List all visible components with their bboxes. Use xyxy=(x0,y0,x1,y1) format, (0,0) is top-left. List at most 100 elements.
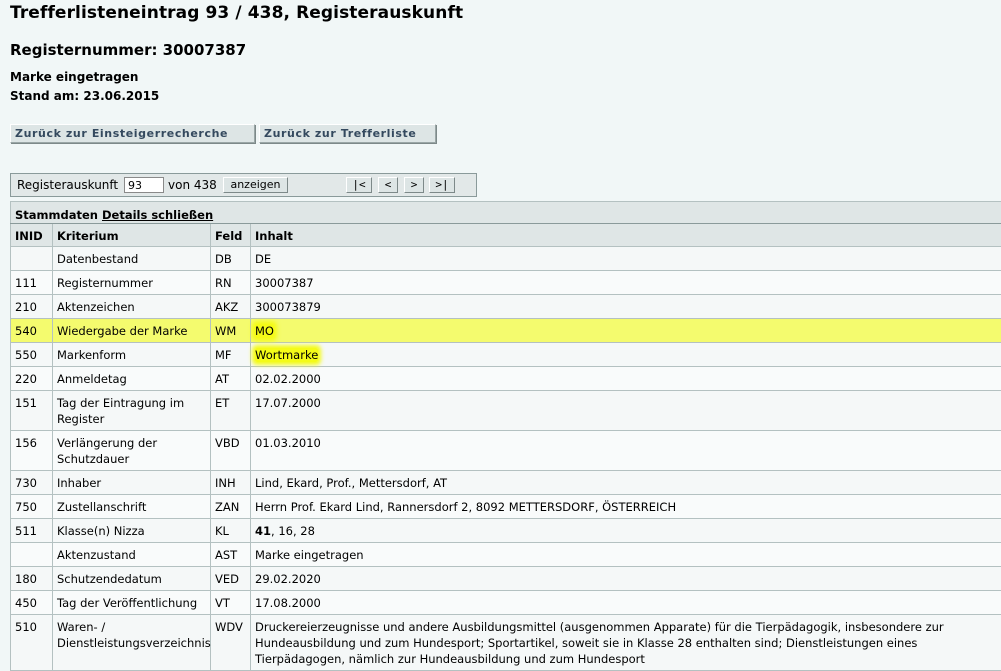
inhalt-cell: 17.08.2000 xyxy=(251,591,1001,615)
inhalt-cell: 02.02.2000 xyxy=(251,367,1001,391)
inhalt-cell: Druckereierzeugnisse und andere Ausbildu… xyxy=(251,615,1001,671)
table-row: 511 Klasse(n) Nizza KL 41, 16, 28 xyxy=(11,519,1001,543)
kriterium-cell: Anmeldetag xyxy=(53,367,211,391)
table-row: Aktenzustand AST Marke eingetragen xyxy=(11,543,1001,567)
inhalt-cell: MO xyxy=(251,319,1001,343)
kriterium-cell: Tag der Eintragung im Register xyxy=(53,391,211,431)
column-header-kriterium: Kriterium xyxy=(53,224,211,247)
table-row: 730 Inhaber INH Lind, Ekard, Prof., Mett… xyxy=(11,471,1001,495)
inid-cell: 151 xyxy=(11,391,53,431)
kriterium-cell: Zustellanschrift xyxy=(53,495,211,519)
inid-cell: 730 xyxy=(11,471,53,495)
last-record-button[interactable]: >| xyxy=(429,177,455,193)
inhalt-cell: Wortmarke xyxy=(251,343,1001,367)
pager-label: Registerauskunft xyxy=(17,178,118,192)
stammdaten-table: Stammdaten Details schließen INID Kriter… xyxy=(10,201,1001,671)
inid-cell: 111 xyxy=(11,271,53,295)
registernummer-heading: Registernummer: 30007387 xyxy=(10,41,246,59)
kriterium-cell: Tag der Veröffentlichung xyxy=(53,591,211,615)
inid-cell: 220 xyxy=(11,367,53,391)
feld-cell: AST xyxy=(211,543,251,567)
inhalt-cell: 300073879 xyxy=(251,295,1001,319)
show-button[interactable]: anzeigen xyxy=(223,177,288,193)
inid-cell: 156 xyxy=(11,431,53,471)
first-record-button[interactable]: |< xyxy=(346,177,372,193)
inhalt-cell: DE xyxy=(251,247,1001,271)
feld-cell: ZAN xyxy=(211,495,251,519)
section-header: Stammdaten Details schließen xyxy=(11,202,1001,224)
column-header-inhalt: Inhalt xyxy=(251,224,1001,247)
kriterium-cell: Aktenzeichen xyxy=(53,295,211,319)
table-row: 750 Zustellanschrift ZAN Herrn Prof. Eka… xyxy=(11,495,1001,519)
table-row: 510 Waren- / Dienstleistungsverzeichnis … xyxy=(11,615,1001,671)
feld-cell: MF xyxy=(211,343,251,367)
kriterium-cell: Aktenzustand xyxy=(53,543,211,567)
inid-cell: 511 xyxy=(11,519,53,543)
inid-cell: 750 xyxy=(11,495,53,519)
section-title: Stammdaten xyxy=(15,208,98,222)
inid-cell xyxy=(11,247,53,271)
table-row-highlighted: 540 Wiedergabe der Marke WM MO xyxy=(11,319,1001,343)
feld-cell: VBD xyxy=(211,431,251,471)
column-header-feld: Feld xyxy=(211,224,251,247)
previous-record-button[interactable]: < xyxy=(378,177,398,193)
status-text: Marke eingetragen xyxy=(10,70,138,84)
kriterium-cell: Schutzendedatum xyxy=(53,567,211,591)
feld-cell: WDV xyxy=(211,615,251,671)
highlighted-value: Wortmarke xyxy=(255,348,318,362)
table-row: 111 Registernummer RN 30007387 xyxy=(11,271,1001,295)
inid-cell: 180 xyxy=(11,567,53,591)
record-number-input[interactable] xyxy=(124,177,164,193)
table-row: 151 Tag der Eintragung im Register ET 17… xyxy=(11,391,1001,431)
kriterium-cell: Markenform xyxy=(53,343,211,367)
back-to-search-button[interactable]: Zurück zur Einsteigerrecherche xyxy=(10,124,255,143)
inid-cell xyxy=(11,543,53,567)
table-row: 220 Anmeldetag AT 02.02.2000 xyxy=(11,367,1001,391)
inhalt-cell: Lind, Ekard, Prof., Mettersdorf, AT xyxy=(251,471,1001,495)
table-row: Datenbestand DB DE xyxy=(11,247,1001,271)
inhalt-cell: 30007387 xyxy=(251,271,1001,295)
column-header-row: INID Kriterium Feld Inhalt xyxy=(11,224,1001,247)
inhalt-cell: 29.02.2020 xyxy=(251,567,1001,591)
feld-cell: RN xyxy=(211,271,251,295)
table-row: 550 Markenform MF Wortmarke xyxy=(11,343,1001,367)
other-classes: , 16, 28 xyxy=(271,524,315,538)
column-header-inid: INID xyxy=(11,224,53,247)
highlighted-value: MO xyxy=(255,324,274,338)
feld-cell: DB xyxy=(211,247,251,271)
kriterium-cell: Verlängerung der Schutzdauer xyxy=(53,431,211,471)
pager-total: von 438 xyxy=(168,178,217,192)
feld-cell: AKZ xyxy=(211,295,251,319)
kriterium-cell: Wiedergabe der Marke xyxy=(53,319,211,343)
inid-cell: 540 xyxy=(11,319,53,343)
inhalt-cell: Herrn Prof. Ekard Lind, Rannersdorf 2, 8… xyxy=(251,495,1001,519)
inid-cell: 510 xyxy=(11,615,53,671)
inhalt-cell: Marke eingetragen xyxy=(251,543,1001,567)
inhalt-cell: 17.07.2000 xyxy=(251,391,1001,431)
kriterium-cell: Waren- / Dienstleistungsverzeichnis xyxy=(53,615,211,671)
next-record-button[interactable]: > xyxy=(404,177,424,193)
feld-cell: VT xyxy=(211,591,251,615)
table-row: 210 Aktenzeichen AKZ 300073879 xyxy=(11,295,1001,319)
primary-class: 41 xyxy=(255,524,271,538)
close-details-link[interactable]: Details schließen xyxy=(102,208,213,222)
kriterium-cell: Registernummer xyxy=(53,271,211,295)
kriterium-cell: Datenbestand xyxy=(53,247,211,271)
feld-cell: WM xyxy=(211,319,251,343)
feld-cell: ET xyxy=(211,391,251,431)
kriterium-cell: Klasse(n) Nizza xyxy=(53,519,211,543)
inhalt-cell: 41, 16, 28 xyxy=(251,519,1001,543)
inid-cell: 450 xyxy=(11,591,53,615)
page-title: Trefferlisteneintrag 93 / 438, Registera… xyxy=(10,3,463,23)
feld-cell: VED xyxy=(211,567,251,591)
table-row: 156 Verlängerung der Schutzdauer VBD 01.… xyxy=(11,431,1001,471)
table-row: 450 Tag der Veröffentlichung VT 17.08.20… xyxy=(11,591,1001,615)
kriterium-cell: Inhaber xyxy=(53,471,211,495)
stand-date: Stand am: 23.06.2015 xyxy=(10,89,159,103)
back-to-results-button[interactable]: Zurück zur Trefferliste xyxy=(259,124,436,143)
feld-cell: KL xyxy=(211,519,251,543)
inhalt-cell: 01.03.2010 xyxy=(251,431,1001,471)
table-row: 180 Schutzendedatum VED 29.02.2020 xyxy=(11,567,1001,591)
inid-cell: 550 xyxy=(11,343,53,367)
record-pager: Registerauskunft von 438 anzeigen |< < >… xyxy=(10,173,477,197)
